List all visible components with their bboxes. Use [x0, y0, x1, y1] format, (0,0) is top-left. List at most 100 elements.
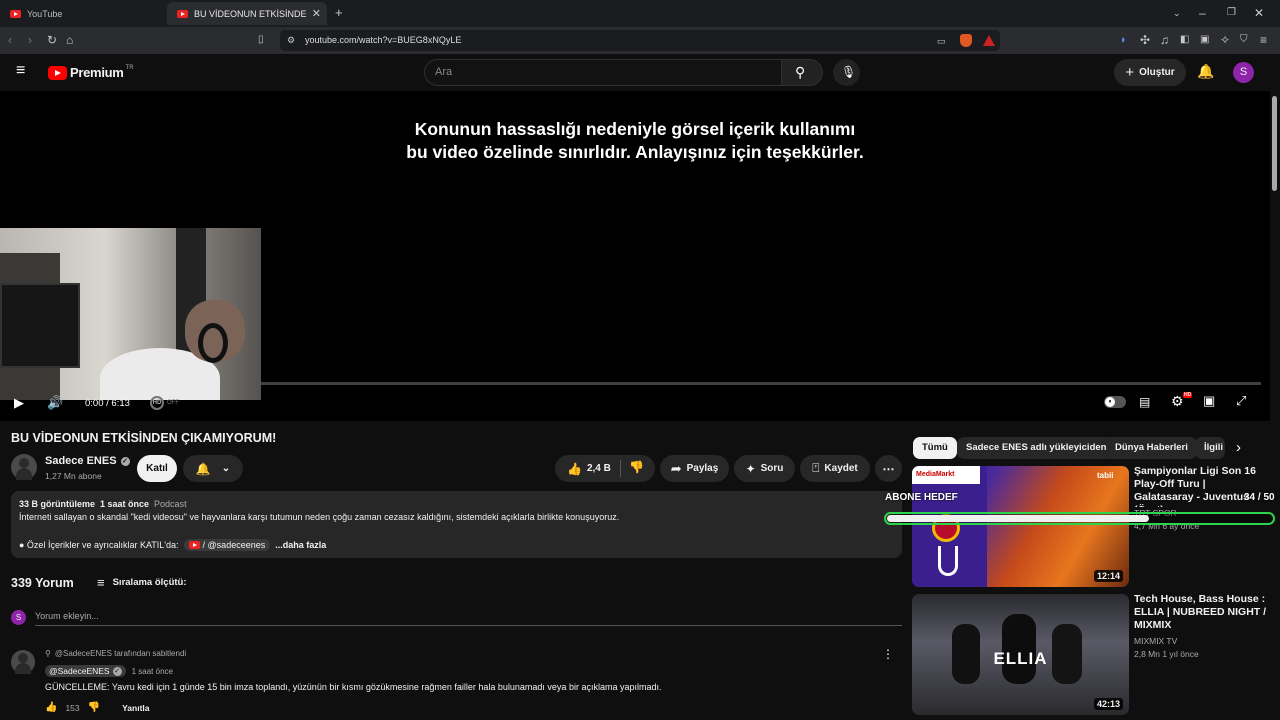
ask-button[interactable]: ✦ Soru — [734, 455, 795, 482]
show-more-link[interactable]: ...daha fazla — [275, 540, 326, 550]
rewards-icon[interactable] — [983, 35, 995, 46]
ambient-mode-icon[interactable]: HD — [150, 396, 164, 410]
chip-related[interactable]: İlgili — [1195, 437, 1225, 459]
reload-icon[interactable]: ↻ — [47, 33, 57, 47]
more-actions-button[interactable]: ⋯ — [875, 455, 902, 482]
sponsor-logo: MediaMarkt — [912, 466, 980, 484]
overlay-line-2: bu video özelinde sınırlıdır. Anlayışını… — [406, 142, 864, 162]
channel-name[interactable]: Sadece ENES ✓ — [45, 455, 130, 467]
close-tab-icon[interactable]: ✕ — [312, 7, 321, 20]
add-comment-input[interactable]: Yorum ekleyin... — [35, 608, 902, 626]
channel-link[interactable]: / @sadeceenes — [183, 539, 271, 551]
description-box[interactable]: 33 B görüntüleme 1 saat önce Podcast İnt… — [11, 491, 902, 558]
comment-like-count: 153 — [65, 702, 80, 713]
chip-from-uploader[interactable]: Sadece ENES adlı yükleyiciden — [957, 437, 1116, 459]
hamburger-menu-icon[interactable]: ≡ — [16, 63, 25, 79]
extensions-icon[interactable]: ✣ — [1140, 33, 1150, 47]
chip-all[interactable]: Tümü — [913, 437, 957, 459]
like-count[interactable]: 2,4 B — [587, 463, 611, 474]
reply-button[interactable]: Yanıtla — [122, 703, 149, 713]
comment-actions: 👍 153 👎 Yanıtla — [45, 702, 150, 713]
vpn-shield-icon[interactable]: ⛉ — [1240, 33, 1248, 47]
sidebar-icon[interactable]: ◧ — [1180, 33, 1189, 47]
voice-search-button[interactable]: 🎙 — [833, 59, 860, 86]
overlay-line-1: Konunun hassaslığı nedeniyle görsel içer… — [414, 119, 856, 139]
volume-icon[interactable]: 🔊 — [47, 396, 63, 410]
page-scrollbar[interactable] — [1270, 91, 1280, 720]
podcast-tag[interactable]: Podcast — [154, 499, 187, 509]
new-tab-button[interactable]: + — [335, 6, 343, 20]
restore-icon[interactable]: ❐ — [1227, 6, 1236, 20]
browser-tab-video[interactable]: BU VİDEONUN ETKİSİNDEN ÇIKAMIYORUM! ✕ — [167, 2, 327, 25]
back-icon[interactable]: ‹ — [8, 33, 12, 47]
pinned-label: ⚲ @SadeceENES tarafından sabitlendi — [45, 649, 186, 658]
dislike-icon[interactable]: 👎 — [629, 460, 644, 474]
wallet-icon[interactable]: ▣ — [1200, 33, 1209, 47]
bookmark-icon[interactable]: ▯ — [258, 33, 264, 47]
browser-tab-bar: YouTube BU VİDEONUN ETKİSİNDEN ÇIKAMIYOR… — [0, 0, 1280, 27]
like-icon[interactable]: 👍 — [567, 462, 582, 476]
leo-ai-icon[interactable]: ✧ — [1220, 33, 1230, 47]
related-thumbnail-1[interactable]: MediaMarkt tabii 12:14 — [912, 466, 1129, 587]
comment-time[interactable]: 1 saat önce — [132, 667, 173, 676]
autoplay-toggle[interactable]: ⏸ — [1104, 396, 1126, 408]
video-player[interactable]: Konunun hassaslığı nedeniyle görsel içer… — [0, 91, 1270, 421]
sort-button[interactable]: ≡ Sıralama ölçütü: — [97, 575, 187, 590]
tab-label: BU VİDEONUN ETKİSİNDEN ÇIKAMIYORUM! — [194, 8, 306, 19]
related-thumbnail-2[interactable]: ELLIA 42:13 — [912, 594, 1129, 715]
address-bar[interactable]: ⚙ youtube.com/watch?v=BUEG8xNQyLE ▭ — [280, 30, 1000, 51]
music-icon[interactable]: ♫ — [1160, 33, 1169, 47]
pause-icon: ⏸ — [1105, 397, 1115, 407]
join-button[interactable]: Katıl — [137, 455, 177, 482]
comment-dislike-icon[interactable]: 👎 — [88, 702, 100, 713]
pinned-by-text: @SadeceENES tarafından sabitlendi — [54, 649, 187, 658]
search-input[interactable]: Ara — [424, 59, 782, 86]
comment-author[interactable]: @SadeceENES ✓ — [45, 665, 126, 677]
subscription-bell-button[interactable]: 🔔 ⌄ — [183, 455, 243, 482]
related-title-2[interactable]: Tech House, Bass House : ELLIA | NUBREED… — [1134, 593, 1268, 635]
menu-icon[interactable]: ≡ — [1260, 33, 1267, 47]
scrollbar-thumb[interactable] — [1272, 96, 1277, 191]
settings-gear-icon[interactable]: ⚙ — [1171, 394, 1184, 408]
sub-goal-label: ABONE HEDEF — [885, 492, 958, 503]
channel-avatar[interactable] — [11, 454, 37, 480]
chevron-right-icon[interactable]: › — [1236, 440, 1241, 455]
play-icon[interactable]: ▶ — [14, 396, 24, 410]
progress-bar[interactable] — [261, 382, 1261, 385]
close-window-icon[interactable]: ✕ — [1254, 6, 1264, 20]
bookmark-save-icon: ⍞ — [812, 461, 820, 475]
country-code: TR — [125, 65, 134, 71]
comment-like-icon[interactable]: 👍 — [45, 702, 57, 713]
chip-world-news[interactable]: Dünya Haberleri — [1106, 437, 1197, 459]
miniplayer-icon[interactable]: ▣ — [1203, 394, 1215, 408]
like-dislike-group: 👍 2,4 B 👎 — [555, 455, 655, 482]
content-warning-overlay: Konunun hassaslığı nedeniyle görsel içer… — [0, 118, 1270, 164]
user-avatar: S — [11, 610, 26, 625]
browser-tab-youtube[interactable]: YouTube — [0, 2, 165, 25]
share-arrow-icon: ➦ — [670, 460, 682, 476]
notifications-bell-icon[interactable]: 🔔 — [1197, 64, 1214, 78]
subtitles-icon[interactable]: ▤ — [1139, 395, 1150, 409]
brave-shields-icon[interactable] — [960, 34, 972, 47]
share-button[interactable]: ➦ Paylaş — [660, 455, 729, 482]
youtube-premium-logo[interactable]: Premium TR — [48, 65, 134, 80]
audio-playing-icon[interactable]: ◗ — [1120, 33, 1127, 47]
save-button[interactable]: ⍞ Kaydet — [800, 455, 870, 482]
sub-goal-fill — [887, 515, 1149, 522]
minimize-icon[interactable]: – — [1199, 6, 1206, 20]
search-button[interactable]: ⚲ — [781, 59, 823, 86]
create-button[interactable]: + Oluştur — [1114, 59, 1186, 86]
home-icon[interactable]: ⌂ — [66, 33, 73, 47]
forward-icon[interactable]: › — [28, 33, 32, 47]
pin-icon: ⚲ — [45, 649, 51, 658]
time-display: 0:00 / 6:13 — [85, 398, 130, 409]
comment-options-icon[interactable]: ⋮ — [882, 647, 894, 661]
tab-list-icon[interactable]: ⌄ — [1173, 6, 1181, 20]
fullscreen-icon[interactable]: ⤢ — [1236, 394, 1246, 408]
related-channel-2[interactable]: MIXMIX TV — [1134, 636, 1177, 646]
cast-icon[interactable]: ▭ — [937, 34, 946, 48]
account-avatar[interactable]: S — [1233, 62, 1254, 83]
comment-author-avatar[interactable] — [11, 650, 35, 674]
ask-label: Soru — [760, 463, 784, 474]
site-info-icon[interactable]: ⚙ — [287, 33, 295, 47]
